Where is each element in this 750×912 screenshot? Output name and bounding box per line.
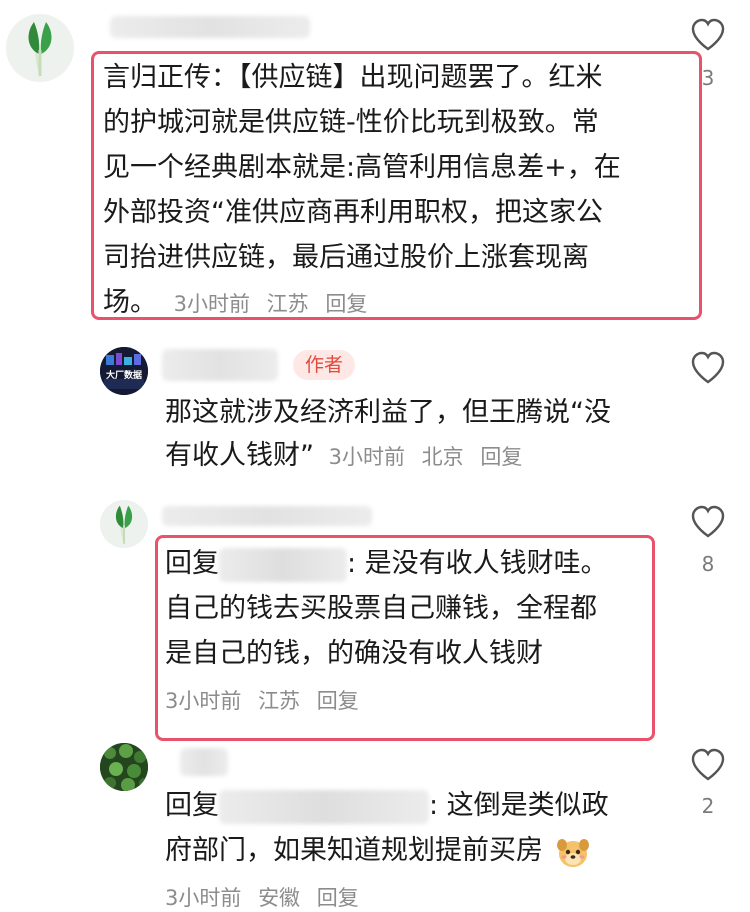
comment-meta: 3小时前 江苏 回复	[165, 685, 369, 715]
comment-location: 安徽	[258, 886, 301, 910]
comment-text: : 是没有收人钱财哇。	[347, 548, 608, 579]
like-count: 2	[701, 794, 715, 818]
comment-time: 3小时前	[328, 445, 405, 469]
comment-text: : 这倒是类似政	[429, 790, 609, 821]
comment-text: 府部门，如果知道规划提前买房	[165, 835, 543, 866]
comment-location: 北京	[421, 445, 464, 469]
comment-location: 江苏	[266, 292, 309, 316]
reply-prefix: 回复	[165, 790, 219, 821]
comment-time: 3小时前	[165, 689, 242, 713]
comment-line: 见一个经典剧本就是:高管利用信息差+，在	[103, 152, 621, 183]
comment-line: 的护城河就是供应链-性价比玩到极致。常	[103, 107, 599, 138]
like-heart-icon[interactable]	[690, 351, 726, 385]
comment-line: 自己的钱去买股票自己赚钱，全程都	[165, 593, 597, 624]
comment-line-first: 回复 : 这倒是类似政	[165, 783, 609, 828]
comment-line: 言归正传：【供应链】出现问题罢了。红米	[103, 62, 603, 93]
author-avatar[interactable]: 大厂数据	[100, 347, 148, 395]
comment-meta: 3小时前 安徽 回复	[165, 882, 369, 912]
comment-time: 3小时前	[173, 292, 250, 316]
comment-line: 司抬进供应链，最后通过股价上涨套现离	[103, 242, 589, 273]
author-badge: 作者	[293, 350, 356, 380]
like-heart-icon[interactable]	[690, 505, 726, 539]
like-count: 8	[701, 552, 715, 576]
comment-line-first: 回复 : 是没有收人钱财哇。	[165, 541, 608, 586]
comment-line: 外部投资“准供应商再利用职权，把这家公	[103, 197, 603, 228]
comment-last-text: 场。	[103, 287, 157, 318]
author-avatar-text: 大厂数据	[105, 371, 142, 381]
username-redacted	[162, 506, 372, 526]
comment-line-last: 场。 3小时前 江苏 回复	[103, 280, 377, 327]
reply-prefix: 回复	[165, 548, 219, 579]
comment-line-last: 有收人钱财” 3小时前 北京 回复	[165, 433, 532, 480]
user-avatar-bokchoy[interactable]	[6, 14, 74, 82]
dog-face-emoji-icon	[556, 838, 589, 867]
comment-location: 江苏	[258, 689, 301, 713]
comment-line: 那这就涉及经济利益了，但王腾说“没	[165, 397, 611, 428]
comment-time: 3小时前	[165, 886, 242, 910]
user-avatar-bokchoy[interactable]	[100, 500, 148, 548]
comment-last-text: 有收人钱财”	[165, 440, 314, 471]
reply-button[interactable]: 回复	[325, 292, 367, 316]
comment-line: 是自己的钱，的确没有收人钱财	[165, 638, 543, 669]
like-count: 3	[701, 66, 715, 90]
mentioned-user-redacted	[219, 789, 429, 824]
username-redacted	[110, 16, 310, 38]
comment-line-with-emoji: 府部门，如果知道规划提前买房	[165, 828, 590, 873]
username-redacted	[180, 748, 228, 776]
like-heart-icon[interactable]	[690, 18, 726, 52]
reply-button[interactable]: 回复	[480, 445, 522, 469]
user-avatar-leaves[interactable]	[100, 743, 148, 791]
reply-button[interactable]: 回复	[317, 886, 359, 910]
like-heart-icon[interactable]	[690, 748, 726, 782]
mentioned-user-redacted	[219, 547, 347, 582]
reply-button[interactable]: 回复	[317, 689, 359, 713]
username-redacted	[162, 349, 278, 381]
